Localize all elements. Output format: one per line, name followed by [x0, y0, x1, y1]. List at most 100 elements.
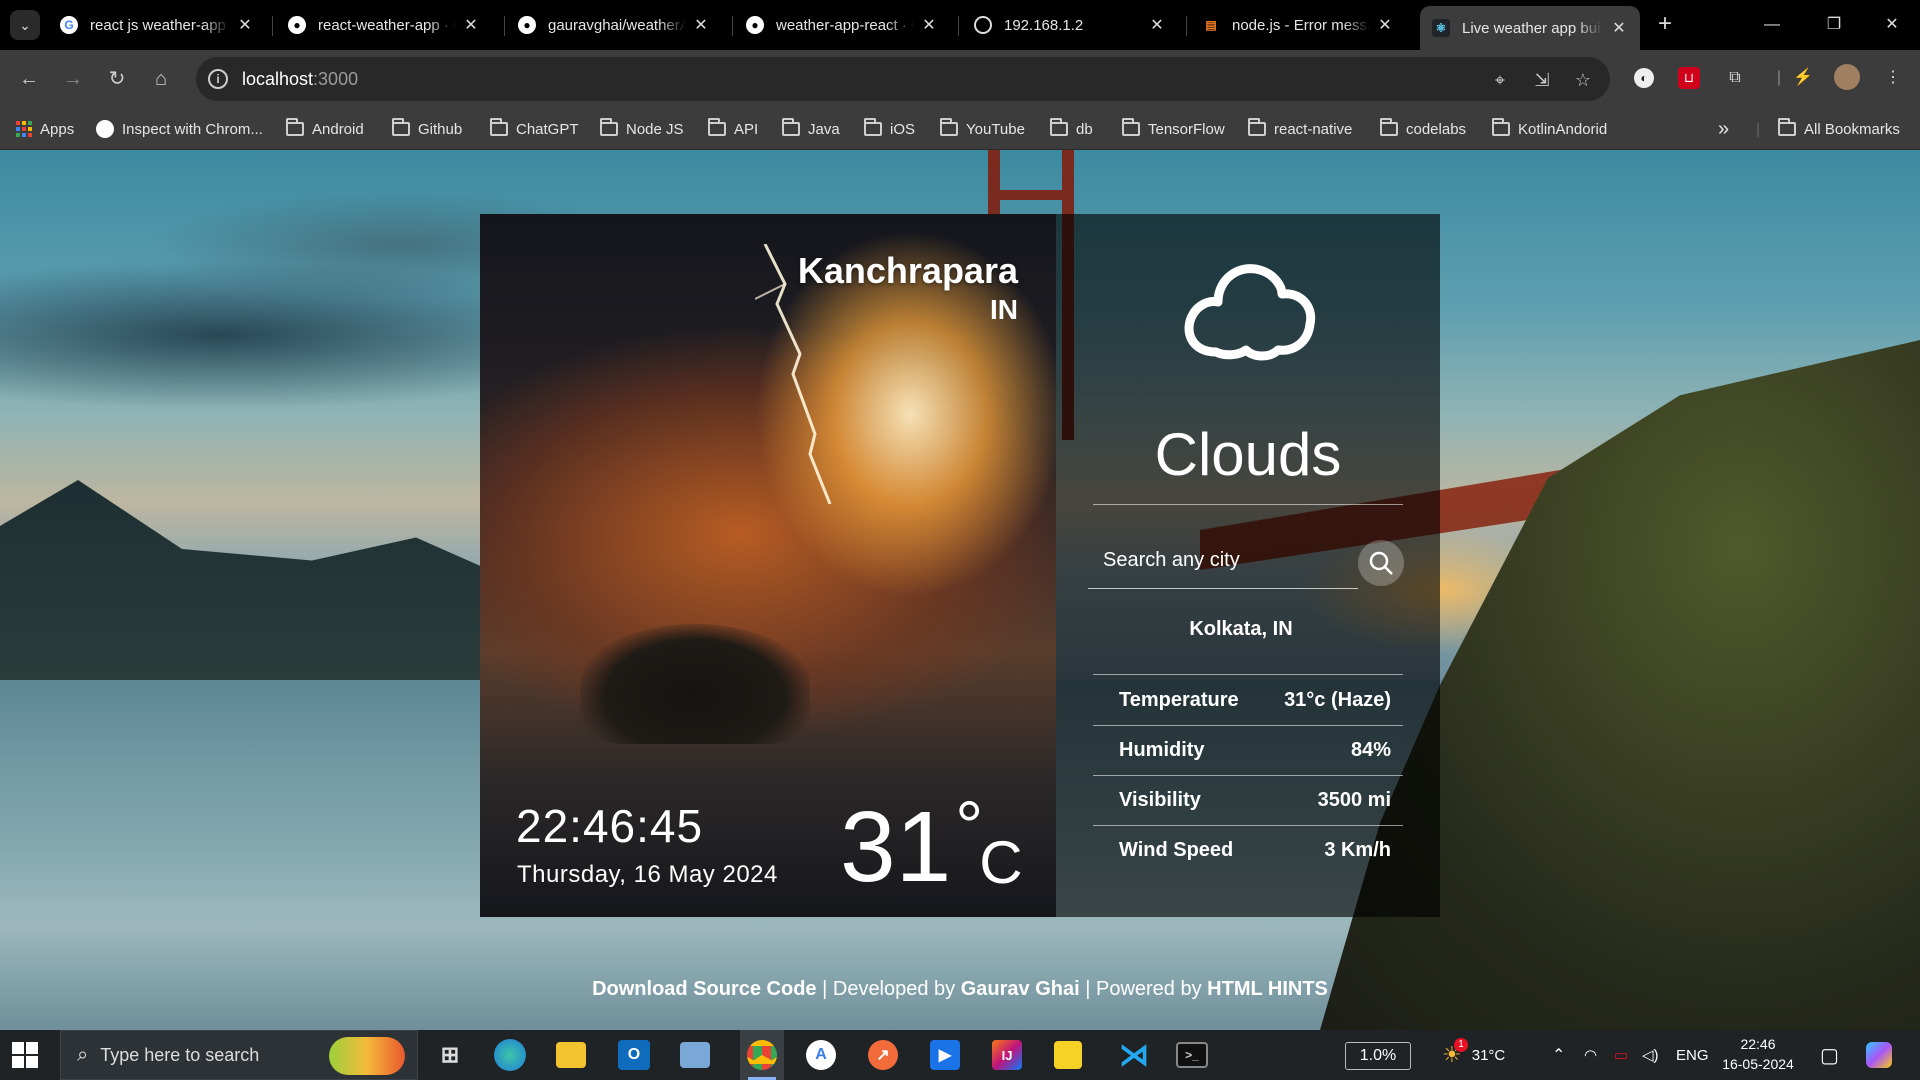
- extensions-puzzle-icon[interactable]: ⧉: [1722, 65, 1748, 91]
- edge-icon[interactable]: [494, 1039, 526, 1071]
- bookmark-folder-tensorflow[interactable]: TensorFlow: [1122, 116, 1225, 142]
- url-text[interactable]: localhost:3000: [242, 69, 358, 90]
- copilot-icon[interactable]: [1866, 1030, 1892, 1080]
- bookmark-folder-kotlinandorid[interactable]: KotlinAndorid: [1492, 116, 1607, 142]
- extension-circle-icon[interactable]: ◐: [1634, 68, 1654, 88]
- tab-gauravghai-weather[interactable]: ● gauravghai/weatherA ✕: [506, 8, 722, 42]
- android-studio-icon[interactable]: A: [806, 1040, 836, 1070]
- new-tab-icon[interactable]: +: [1650, 10, 1680, 40]
- tab-search-chevron-icon[interactable]: ⌄: [10, 10, 40, 40]
- outlook-icon[interactable]: O: [618, 1040, 650, 1070]
- tray-chevron-icon[interactable]: ⌃: [1552, 1030, 1565, 1080]
- folder-icon: [1248, 118, 1266, 136]
- bookmark-folder-db[interactable]: db: [1050, 116, 1093, 142]
- taskbar-clock[interactable]: 22:46 16-05-2024: [1710, 1034, 1806, 1074]
- city-search-input[interactable]: [1103, 544, 1323, 576]
- bookmark-inspect[interactable]: Inspect with Chrom...: [96, 116, 263, 142]
- back-icon[interactable]: ←: [14, 64, 44, 94]
- tab-192-168-1-2[interactable]: 192.168.1.2 ✕: [962, 8, 1178, 42]
- intellij-icon[interactable]: IJ: [992, 1040, 1022, 1070]
- minimize-icon[interactable]: —: [1752, 10, 1792, 40]
- terminal-icon[interactable]: >_: [1176, 1042, 1208, 1068]
- tab-weather-app-react[interactable]: ● weather-app-react · G ✕: [734, 8, 950, 42]
- author-link[interactable]: Gaurav Ghai: [961, 978, 1080, 1000]
- weather-hero-card: Kanchrapara IN 22:46:45 Thursday, 16 May…: [480, 214, 1056, 917]
- postman-icon[interactable]: ↗: [868, 1040, 898, 1070]
- install-app-icon[interactable]: ⇲: [1531, 69, 1553, 91]
- bookmark-folder-api[interactable]: API: [708, 116, 758, 142]
- close-window-icon[interactable]: ✕: [1872, 10, 1912, 40]
- windows-start-icon[interactable]: [12, 1042, 38, 1068]
- tab-separator: [732, 16, 733, 36]
- close-tab-icon[interactable]: ✕: [236, 15, 254, 35]
- task-view-icon[interactable]: ⊞: [432, 1038, 468, 1072]
- search-underline: [1088, 588, 1358, 589]
- close-tab-icon[interactable]: ✕: [1610, 18, 1628, 38]
- bookmark-folder-github[interactable]: Github: [392, 116, 462, 142]
- control-panel-icon[interactable]: [680, 1042, 710, 1068]
- performance-icon[interactable]: ⚡: [1790, 65, 1816, 91]
- bookmark-folder-codelabs[interactable]: codelabs: [1380, 116, 1466, 142]
- address-bar[interactable]: i localhost:3000 ⌖ ⇲ ☆: [196, 57, 1610, 101]
- tab-label: react-weather-app · G: [318, 16, 456, 34]
- restore-icon[interactable]: ❐: [1814, 10, 1854, 40]
- weather-widget[interactable]: ☀ 1 31°C: [1442, 1030, 1505, 1080]
- sticky-notes-icon[interactable]: [1054, 1041, 1082, 1069]
- wifi-icon[interactable]: ◠: [1584, 1030, 1597, 1080]
- github-icon: ●: [746, 16, 764, 34]
- notification-center-icon[interactable]: ▢: [1820, 1030, 1839, 1080]
- bookmark-folder-nodejs[interactable]: Node JS: [600, 116, 684, 142]
- bookmark-folder-java[interactable]: Java: [782, 116, 840, 142]
- close-tab-icon[interactable]: ✕: [1148, 15, 1166, 35]
- tab-react-weather-app[interactable]: G react js weather-app ✕: [48, 8, 266, 42]
- profile-avatar[interactable]: [1834, 64, 1860, 90]
- language-indicator[interactable]: ENG: [1676, 1030, 1709, 1080]
- reload-icon[interactable]: ↻: [102, 64, 132, 94]
- tab-nodejs-error[interactable]: ▤ node.js - Error messa ✕: [1190, 8, 1406, 42]
- google-icon: G: [60, 16, 78, 34]
- bookmark-label: Apps: [40, 120, 75, 138]
- home-icon[interactable]: ⌂: [146, 64, 176, 94]
- forward-icon[interactable]: →: [58, 64, 88, 94]
- close-tab-icon[interactable]: ✕: [462, 15, 480, 35]
- folder-icon: [1122, 118, 1140, 136]
- bookmark-apps[interactable]: Apps: [16, 116, 74, 142]
- bookmark-folder-youtube[interactable]: YouTube: [940, 116, 1025, 142]
- bookmark-star-icon[interactable]: ☆: [1572, 69, 1594, 91]
- download-source-link[interactable]: Download Source Code: [592, 978, 816, 1000]
- taskbar-search-box[interactable]: ⌕ Type here to search: [60, 1030, 418, 1080]
- close-tab-icon[interactable]: ✕: [920, 15, 938, 35]
- bookmark-label: Github: [418, 120, 463, 138]
- close-tab-icon[interactable]: ✕: [692, 15, 710, 35]
- bookmark-folder-android[interactable]: Android: [286, 116, 364, 142]
- chrome-taskbar-icon[interactable]: [740, 1030, 784, 1080]
- folder-icon: [1050, 118, 1068, 136]
- volume-icon[interactable]: ◁): [1642, 1030, 1659, 1080]
- vscode-icon[interactable]: ⋊: [1116, 1038, 1152, 1072]
- tab-react-weather-app-github[interactable]: ● react-weather-app · G ✕: [276, 8, 492, 42]
- tab-label: 192.168.1.2: [1004, 16, 1084, 34]
- bookmark-label: iOS: [890, 120, 916, 138]
- bookmark-folder-chatgpt[interactable]: ChatGPT: [490, 116, 579, 142]
- location-pin-icon[interactable]: ⌖: [1489, 69, 1511, 91]
- media-player-icon[interactable]: ▶: [930, 1040, 960, 1070]
- folder-icon: [782, 118, 800, 136]
- file-explorer-icon[interactable]: [556, 1042, 586, 1068]
- bookmarks-overflow-icon[interactable]: »: [1718, 116, 1729, 142]
- folder-icon: [600, 118, 618, 136]
- tab-live-weather-app[interactable]: ⚛ Live weather app bui ✕: [1420, 6, 1640, 50]
- cloud-icon: [1184, 264, 1316, 361]
- close-tab-icon[interactable]: ✕: [1376, 15, 1394, 35]
- bookmark-folder-react-native[interactable]: react-native: [1248, 116, 1352, 142]
- cpu-usage-widget[interactable]: 1.0%: [1345, 1042, 1411, 1070]
- bookmark-label: Inspect with Chrom...: [122, 120, 263, 138]
- pocket-extension-icon[interactable]: ⊔: [1678, 67, 1700, 89]
- menu-kebab-icon[interactable]: ⋮: [1880, 65, 1906, 91]
- bookmark-folder-ios[interactable]: iOS: [864, 116, 915, 142]
- html-hints-link[interactable]: HTML HINTS: [1207, 978, 1328, 1000]
- bookmark-all-bookmarks[interactable]: All Bookmarks: [1778, 116, 1900, 142]
- site-info-icon[interactable]: i: [208, 69, 228, 89]
- bookmark-label: YouTube: [966, 120, 1025, 138]
- search-button[interactable]: [1358, 540, 1404, 586]
- battery-icon[interactable]: ▭: [1614, 1030, 1628, 1080]
